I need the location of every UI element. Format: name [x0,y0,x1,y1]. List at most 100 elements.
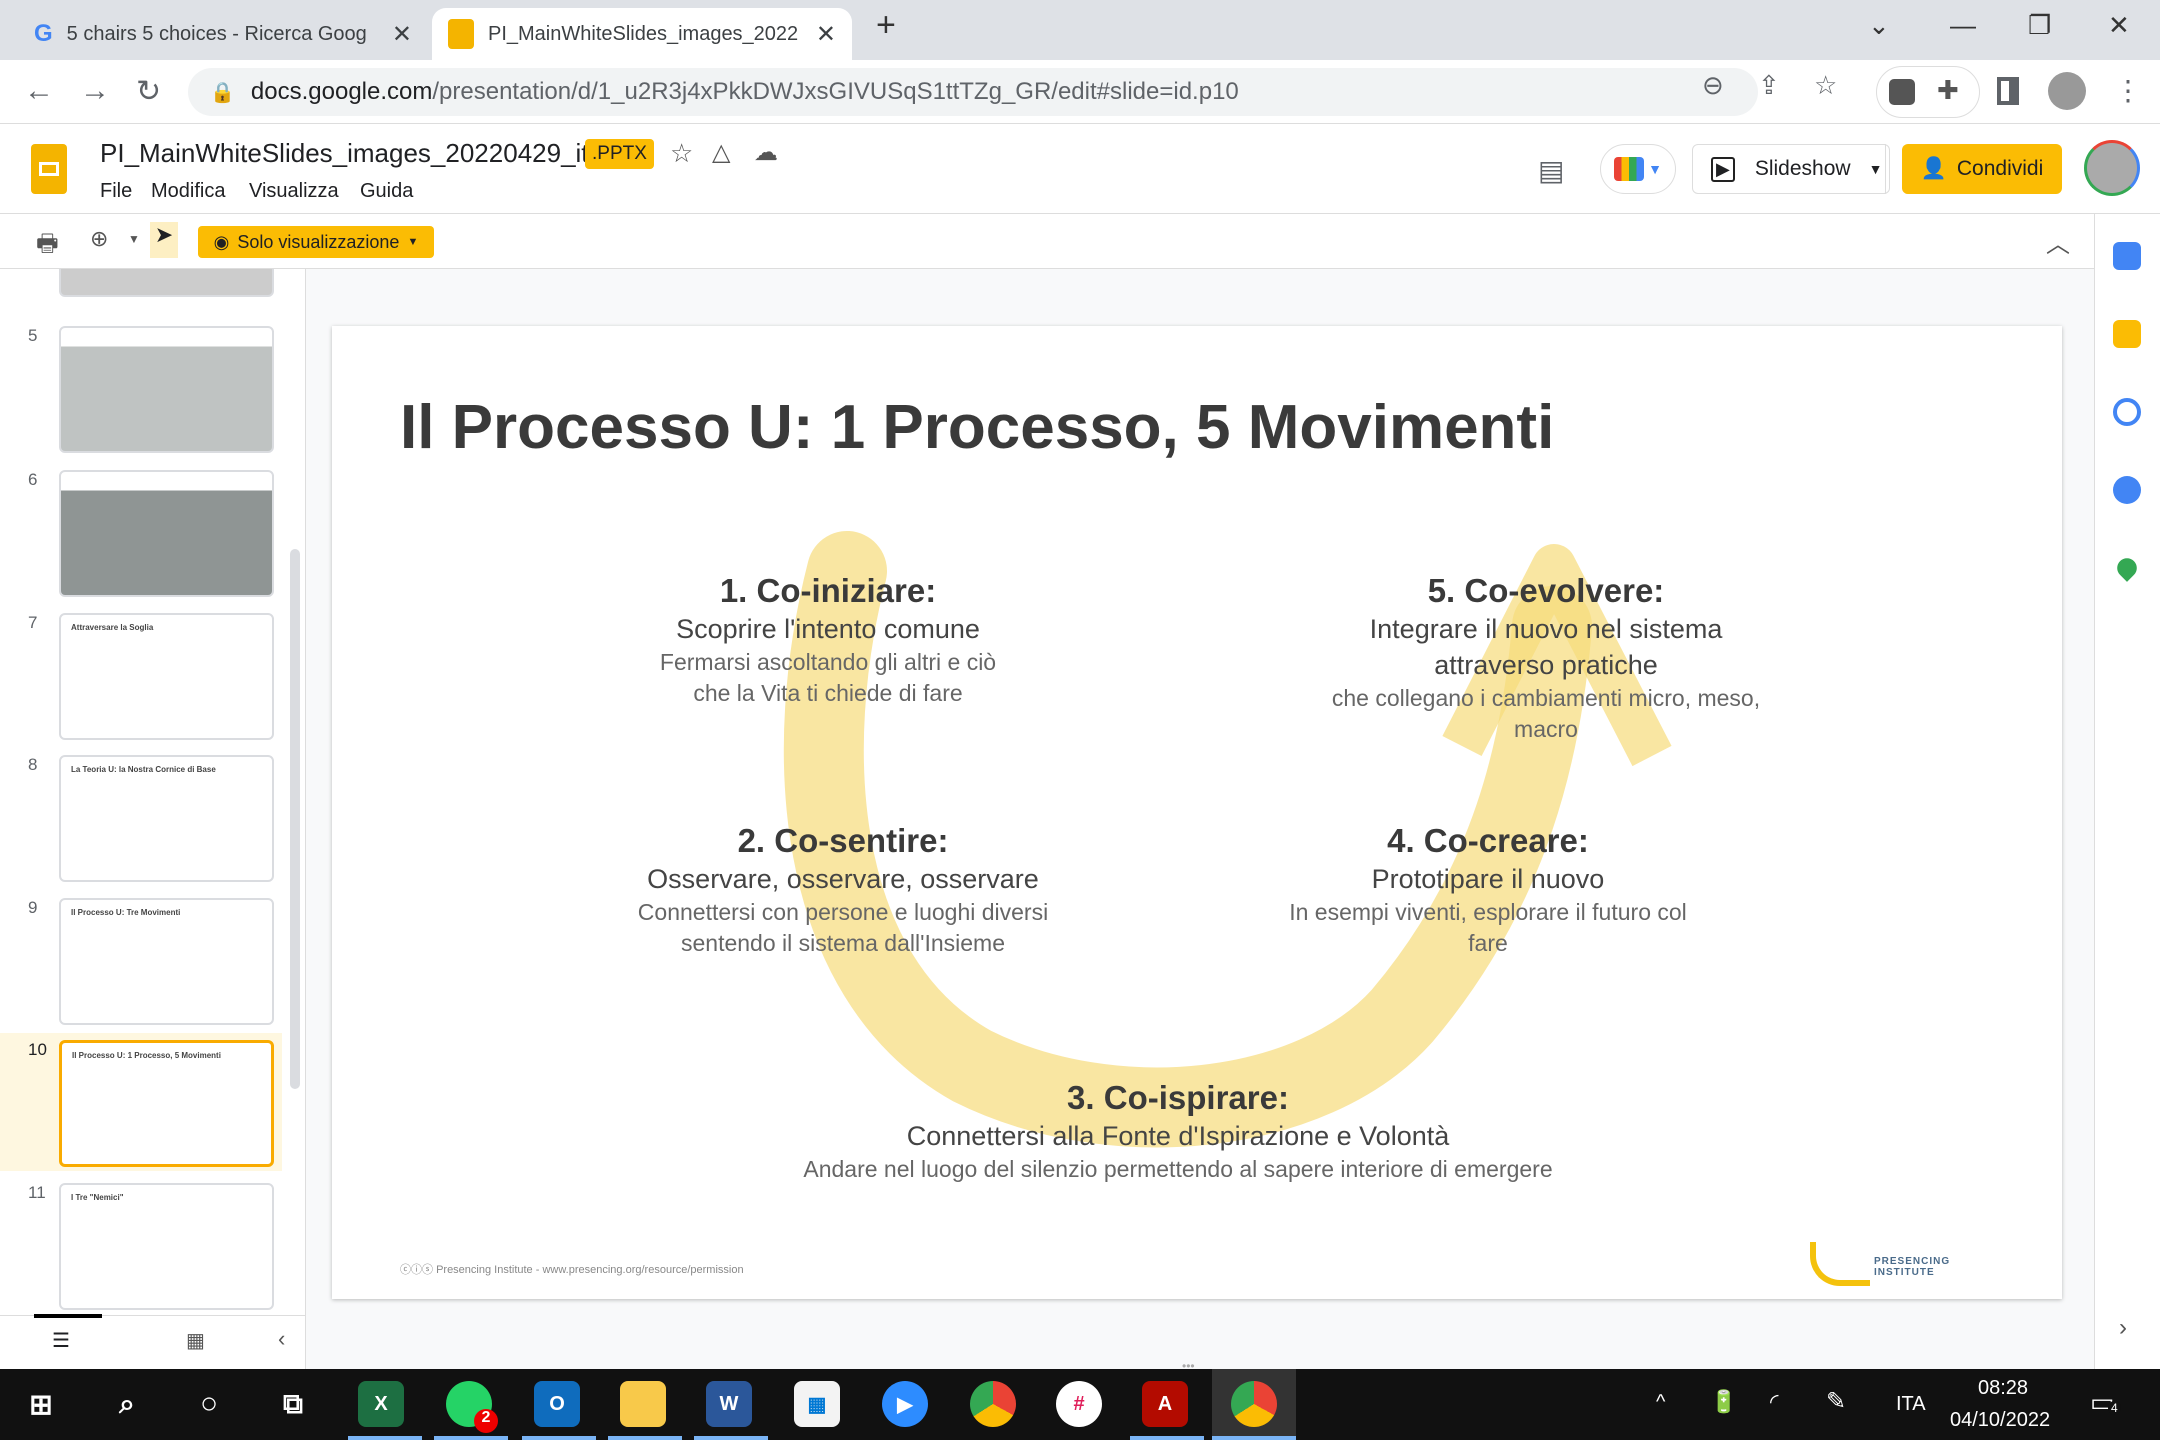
menu-file[interactable]: File [100,180,132,203]
document-title[interactable]: PI_MainWhiteSlides_images_20220429_it [100,138,589,169]
language-indicator[interactable]: ITA [1896,1393,1926,1416]
grid-view-icon[interactable]: ▦ [186,1328,205,1353]
slide-thumbnail-6[interactable] [59,470,274,597]
more-menu-icon[interactable]: ⋮ [2114,74,2142,107]
zoom-out-icon[interactable]: ⊖ [1702,70,1724,101]
docs-header: PI_MainWhiteSlides_images_20220429_it .P… [0,124,2160,214]
move-to-drive-icon[interactable]: △ [712,138,730,167]
share-button[interactable]: 👤 Condividi [1902,144,2062,194]
maps-icon[interactable] [2113,554,2141,582]
forward-icon[interactable]: → [80,74,110,108]
puzzle-icon[interactable]: ✚ [1937,75,1959,106]
meet-button[interactable]: ▼ [1600,144,1676,194]
chrome-profile-icon [1231,1381,1277,1427]
acrobat-icon[interactable]: A [1142,1381,1188,1427]
slide-thumbnail-7[interactable]: Attraversare la Soglia [59,613,274,740]
slide-thumbnail-8[interactable]: La Teoria U: la Nostra Cornice di Base [59,755,274,882]
keep-icon[interactable] [2113,320,2141,348]
wifi-icon[interactable]: ◜ [1770,1389,1779,1415]
close-window-button[interactable]: ✕ [2108,10,2130,41]
tab-google-search[interactable]: G 5 chairs 5 choices - Ricerca Goog ✕ [18,8,428,60]
menu-guida[interactable]: Guida [360,180,413,203]
back-icon[interactable]: ← [24,74,54,108]
share-icon[interactable]: ⇪ [1758,70,1780,101]
tab-search-chevron-icon[interactable]: ⌄ [1868,10,1890,41]
active-chrome-window[interactable] [1212,1369,1296,1440]
filmstrip-scrollbar[interactable] [290,549,300,1089]
view-mode-button[interactable]: ◉ Solo visualizzazione ▼ [198,226,434,258]
extension-icon[interactable] [1889,79,1915,105]
reload-icon[interactable]: ↻ [136,74,161,109]
current-slide: Il Processo U: 1 Processo, 5 Movimenti 1… [332,326,2062,1299]
tasks-icon[interactable] [2113,398,2141,426]
pen-icon[interactable]: ✎ [1826,1387,1846,1416]
star-icon[interactable]: ☆ [670,138,693,169]
expand-side-panel-icon[interactable]: › [2119,1314,2127,1342]
slides-logo-icon[interactable] [31,144,67,194]
eye-icon: ◉ [213,231,230,252]
show-hidden-icons[interactable]: ^ [1656,1391,1665,1414]
slides-icon [448,19,474,49]
task-view-icon[interactable]: ⧉ [270,1381,316,1427]
slide-footer: ⓒⓘⓢ Presencing Institute - www.presencin… [400,1264,744,1276]
excel-icon[interactable]: X [358,1381,404,1427]
select-pointer-icon[interactable]: ➤ [150,222,178,258]
slideshow-button[interactable]: ▶ Slideshow [1692,144,1886,194]
search-icon[interactable]: ⌕ [104,1381,150,1427]
menu-visualizza[interactable]: Visualizza [249,180,339,203]
ms-store-icon[interactable]: ▦ [794,1381,840,1427]
account-avatar[interactable] [2084,140,2140,196]
whatsapp-icon[interactable]: 2 [446,1381,498,1433]
slide-thumbnail-10[interactable]: Il Processo U: 1 Processo, 5 Movimenti [59,1040,274,1167]
slide-thumbnail-4[interactable] [59,269,274,297]
battery-icon[interactable]: 🔋 [1710,1389,1737,1415]
lock-icon: 🔒 [210,81,235,104]
zoom-app-icon[interactable]: ▶ [882,1381,928,1427]
outlook-icon[interactable]: O [534,1381,580,1427]
list-view-icon[interactable]: ☰ [52,1328,70,1353]
collapse-filmstrip-icon[interactable]: ‹ [278,1326,285,1352]
clock-date[interactable]: 04/10/2022 [1950,1409,2050,1432]
slideshow-dropdown[interactable]: ▼ [1862,144,1890,194]
toolbar: 🖶 ⊕ ▼ ➤ ◉ Solo visualizzazione ▼ ︿ [0,214,2094,269]
notifications-icon[interactable]: ▭ 4 [2090,1387,2121,1418]
new-tab-button[interactable]: + [876,6,896,45]
slide-number: 5 [28,326,38,345]
close-tab-icon[interactable]: ✕ [816,20,836,49]
windows-start-icon[interactable]: ⊞ [18,1381,64,1427]
word-icon[interactable]: W [706,1381,752,1427]
profile-avatar[interactable] [2048,72,2086,110]
slide-thumbnail-11[interactable]: I Tre "Nemici" [59,1183,274,1310]
file-explorer-icon[interactable] [620,1381,666,1427]
comments-icon[interactable]: ▤ [1538,154,1564,187]
cloud-saved-icon[interactable]: ☁ [754,138,778,167]
bookmark-star-icon[interactable]: ☆ [1814,70,1837,101]
slide-number: 6 [28,470,38,489]
zoom-icon[interactable]: ⊕ [90,226,108,252]
slide-thumbnail-5[interactable] [59,326,274,453]
restore-button[interactable]: ❐ [2028,10,2051,41]
slide-filmstrip[interactable]: 5 6 7 Attraversare la Soglia 8 La Teoria… [0,269,306,1369]
file-type-badge: .PPTX [585,139,654,169]
cortana-icon[interactable]: ○ [186,1381,232,1427]
contacts-icon[interactable] [2113,476,2141,504]
slide-thumbnail-9[interactable]: Il Processo U: Tre Movimenti [59,898,274,1025]
presencing-logo-text: PRESENCING INSTITUTE [1874,1256,1951,1278]
tab-slides[interactable]: PI_MainWhiteSlides_images_2022 ✕ [432,8,852,60]
zoom-dropdown-icon[interactable]: ▼ [128,232,140,246]
clock-time[interactable]: 08:28 [1978,1377,2028,1400]
section-co-ispirare: 3. Co-ispirare: Connettersi alla Fonte d… [803,1079,1553,1182]
collapse-menus-icon[interactable]: ︿ [2046,224,2070,259]
menu-modifica[interactable]: Modifica [151,180,225,203]
slack-icon[interactable]: # [1056,1381,1102,1427]
section-co-creare: 4. Co-creare: Prototipare il nuovo In es… [1289,822,1687,956]
close-tab-icon[interactable]: ✕ [392,20,412,49]
url-input[interactable]: 🔒 docs.google.com/presentation/d/1_u2R3j… [188,68,1758,116]
slide-number: 7 [28,613,38,632]
side-panel-icon[interactable] [1997,77,2019,105]
calendar-icon[interactable] [2113,242,2141,270]
chrome-icon[interactable] [970,1381,1016,1427]
print-icon[interactable]: 🖶 [36,226,59,267]
minimize-button[interactable]: — [1950,10,1976,41]
whatsapp-badge: 2 [474,1409,498,1433]
